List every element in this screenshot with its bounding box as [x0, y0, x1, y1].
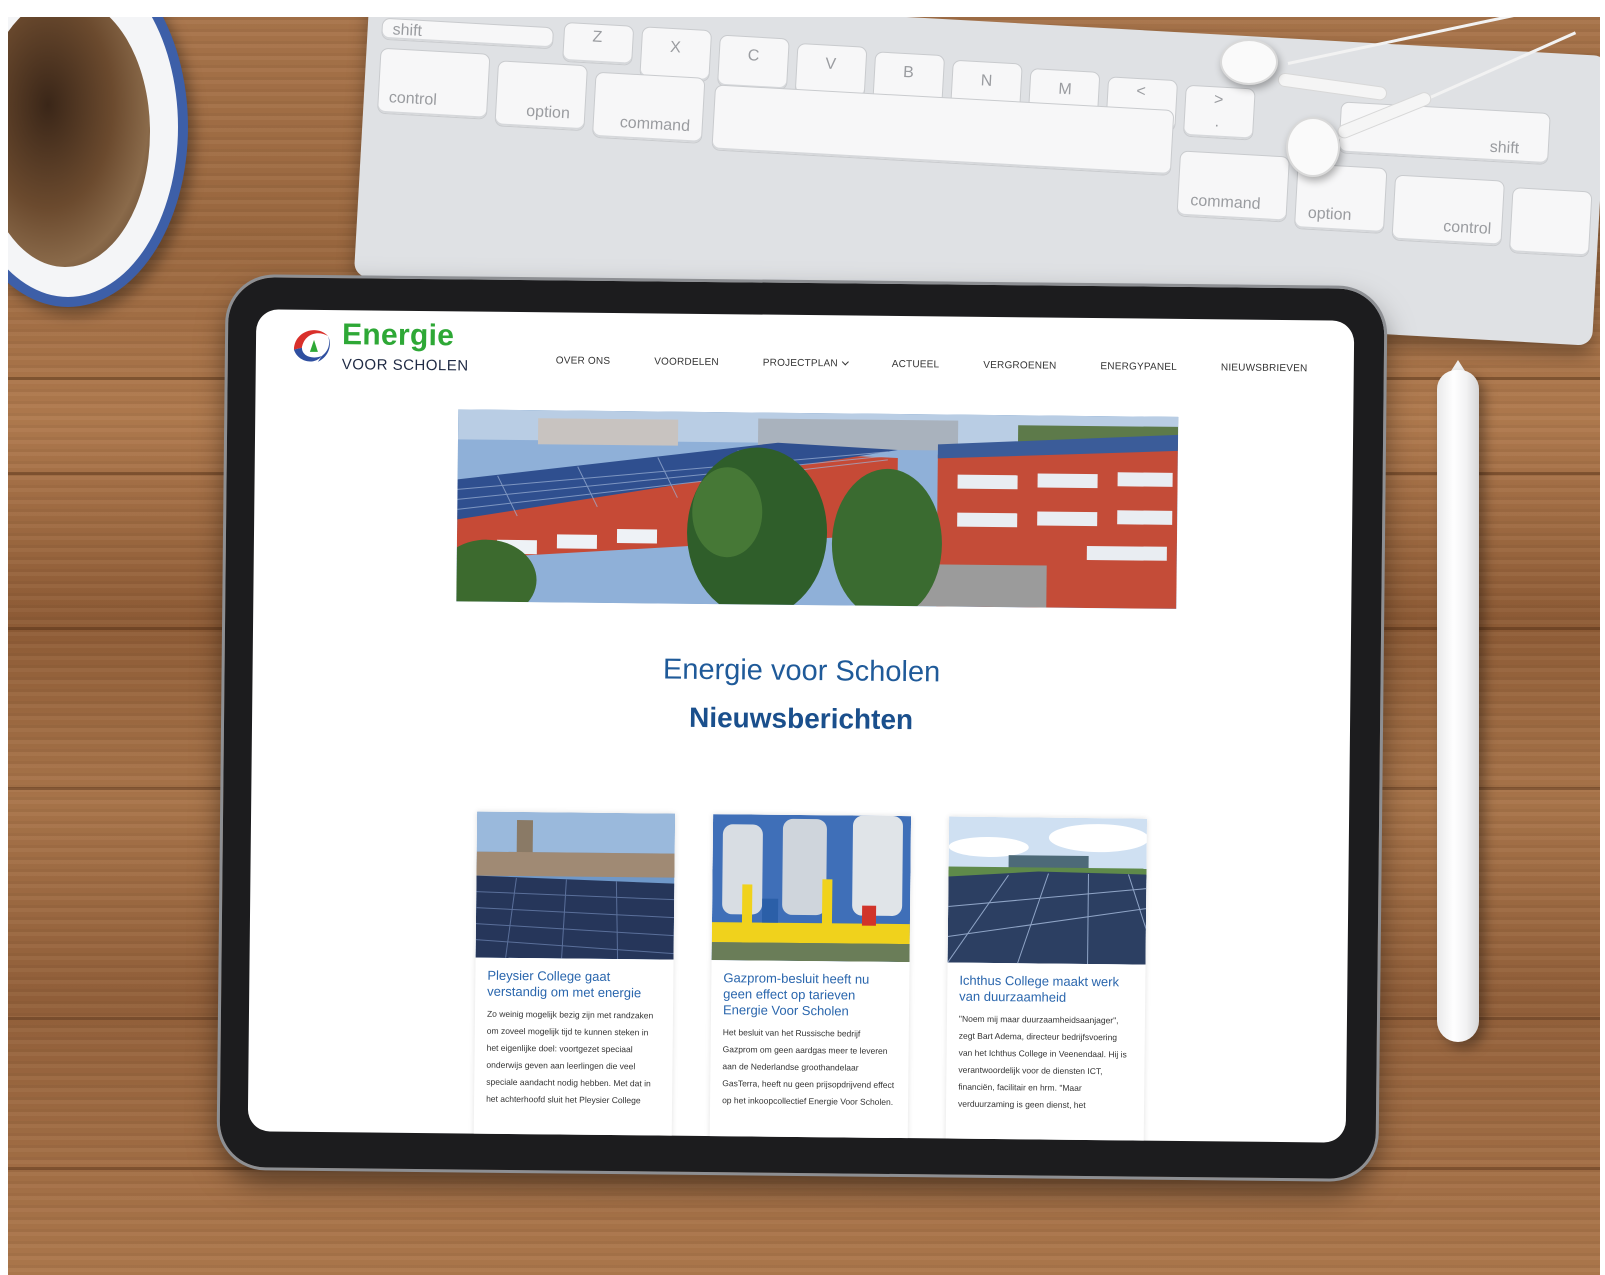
school-solar-roof-photo [456, 409, 1179, 609]
key-option-left: option [494, 60, 588, 132]
key-shift-left: shift [381, 17, 555, 50]
key-command-left: command [591, 71, 706, 144]
nav-label: ENERGYPANEL [1100, 360, 1177, 373]
key-label: C [747, 47, 760, 65]
key-period: >. [1182, 84, 1256, 141]
key-label: control [1442, 218, 1492, 238]
key-c: C [716, 34, 790, 91]
site-logo[interactable]: Energie VOOR SCHOLEN [288, 318, 479, 380]
key-label: N [980, 72, 993, 90]
news-card-image [475, 811, 676, 960]
earbud-right [1286, 117, 1340, 177]
news-card-image [711, 814, 912, 963]
chevron-down-icon [841, 358, 849, 366]
key-label: shift [392, 21, 423, 40]
key-control-right: control [1391, 174, 1505, 247]
news-card-excerpt: Het besluit van het Russische bedrijf Ga… [722, 1027, 895, 1107]
key-label: command [619, 114, 691, 136]
news-card-excerpt: "Noem mij maar duurzaamheidsaanjager", z… [958, 1013, 1127, 1110]
nav-voordelen[interactable]: VOORDELEN [654, 351, 719, 372]
main-navigation: OVER ONS VOORDELEN PROJECTPLAN ACTUEEL V… [556, 350, 1352, 378]
key-label: > [1213, 91, 1224, 109]
key-arrow-left [1508, 187, 1593, 258]
key-label: Z [592, 28, 603, 47]
nav-energypanel[interactable]: ENERGYPANEL [1100, 356, 1177, 377]
nav-projectplan[interactable]: PROJECTPLAN [762, 353, 849, 374]
news-card-title[interactable]: Ichthus College maakt werk van duurzaamh… [947, 963, 1145, 1007]
earbud-left [1220, 39, 1278, 85]
key-control-left: control [376, 47, 491, 120]
key-label: command [1189, 192, 1261, 214]
gas-installation-photo [711, 814, 912, 963]
key-label: . [1214, 113, 1220, 131]
page-title: Energie voor Scholen [662, 653, 941, 689]
solar-field-photo [947, 816, 1148, 965]
nav-label: VOORDELEN [654, 355, 719, 368]
nav-over-ons[interactable]: OVER ONS [556, 350, 611, 371]
tablet-screen: Energie VOOR SCHOLEN OVER ONS VOORDELEN … [247, 309, 1355, 1143]
key-z: Z [562, 21, 635, 66]
tablet-device: Energie VOOR SCHOLEN OVER ONS VOORDELEN … [216, 273, 1388, 1183]
news-card-image [947, 816, 1148, 965]
key-label: V [824, 55, 837, 74]
coffee [8, 17, 150, 267]
key-label: X [669, 38, 682, 57]
stylus-pencil [1437, 370, 1479, 1042]
nav-label: OVER ONS [555, 354, 611, 367]
key-space [711, 84, 1175, 176]
key-command-right: command [1176, 150, 1290, 223]
news-card[interactable]: Pleysier College gaat verstandig om met … [473, 811, 676, 1143]
logo-subtitle: VOOR SCHOLEN [341, 356, 469, 375]
logo-wordmark: Energie [341, 318, 455, 353]
news-card[interactable]: Ichthus College maakt werk van duurzaamh… [945, 816, 1148, 1143]
key-shift-right: shift [1338, 101, 1551, 166]
key-label: option [525, 102, 571, 123]
key-label: control [388, 89, 438, 109]
coffee-cup [8, 17, 188, 307]
key-x: X [639, 26, 713, 83]
logo-swirl-icon [293, 330, 330, 362]
key-label: M [1057, 80, 1073, 99]
nav-label: VERGROENEN [983, 359, 1057, 372]
nav-vergroenen[interactable]: VERGROENEN [983, 355, 1056, 376]
nav-label: PROJECTPLAN [762, 357, 838, 369]
nav-label: NIEUWSBRIEVEN [1220, 361, 1308, 374]
key-label: < [1135, 82, 1147, 101]
key-label: B [902, 63, 915, 82]
nav-label: ACTUEEL [891, 358, 940, 370]
city-solar-roof-photo [475, 811, 676, 960]
section-heading: Nieuwsberichten [688, 701, 914, 736]
news-card-title[interactable]: Gazprom-besluit heeft nu geen effect op … [711, 960, 910, 1020]
nav-nieuwsbrieven[interactable]: NIEUWSBRIEVEN [1221, 357, 1308, 378]
hero-image [456, 409, 1179, 609]
news-card-title[interactable]: Pleysier College gaat verstandig om met … [475, 958, 673, 1002]
news-card-excerpt: Zo weinig mogelijk bezig zijn met randza… [486, 1008, 654, 1106]
key-label: option [1307, 204, 1352, 225]
key-label: shift [1489, 138, 1520, 158]
news-card[interactable]: Gazprom-besluit heeft nu geen effect op … [709, 814, 912, 1143]
nav-actueel[interactable]: ACTUEEL [892, 354, 940, 374]
